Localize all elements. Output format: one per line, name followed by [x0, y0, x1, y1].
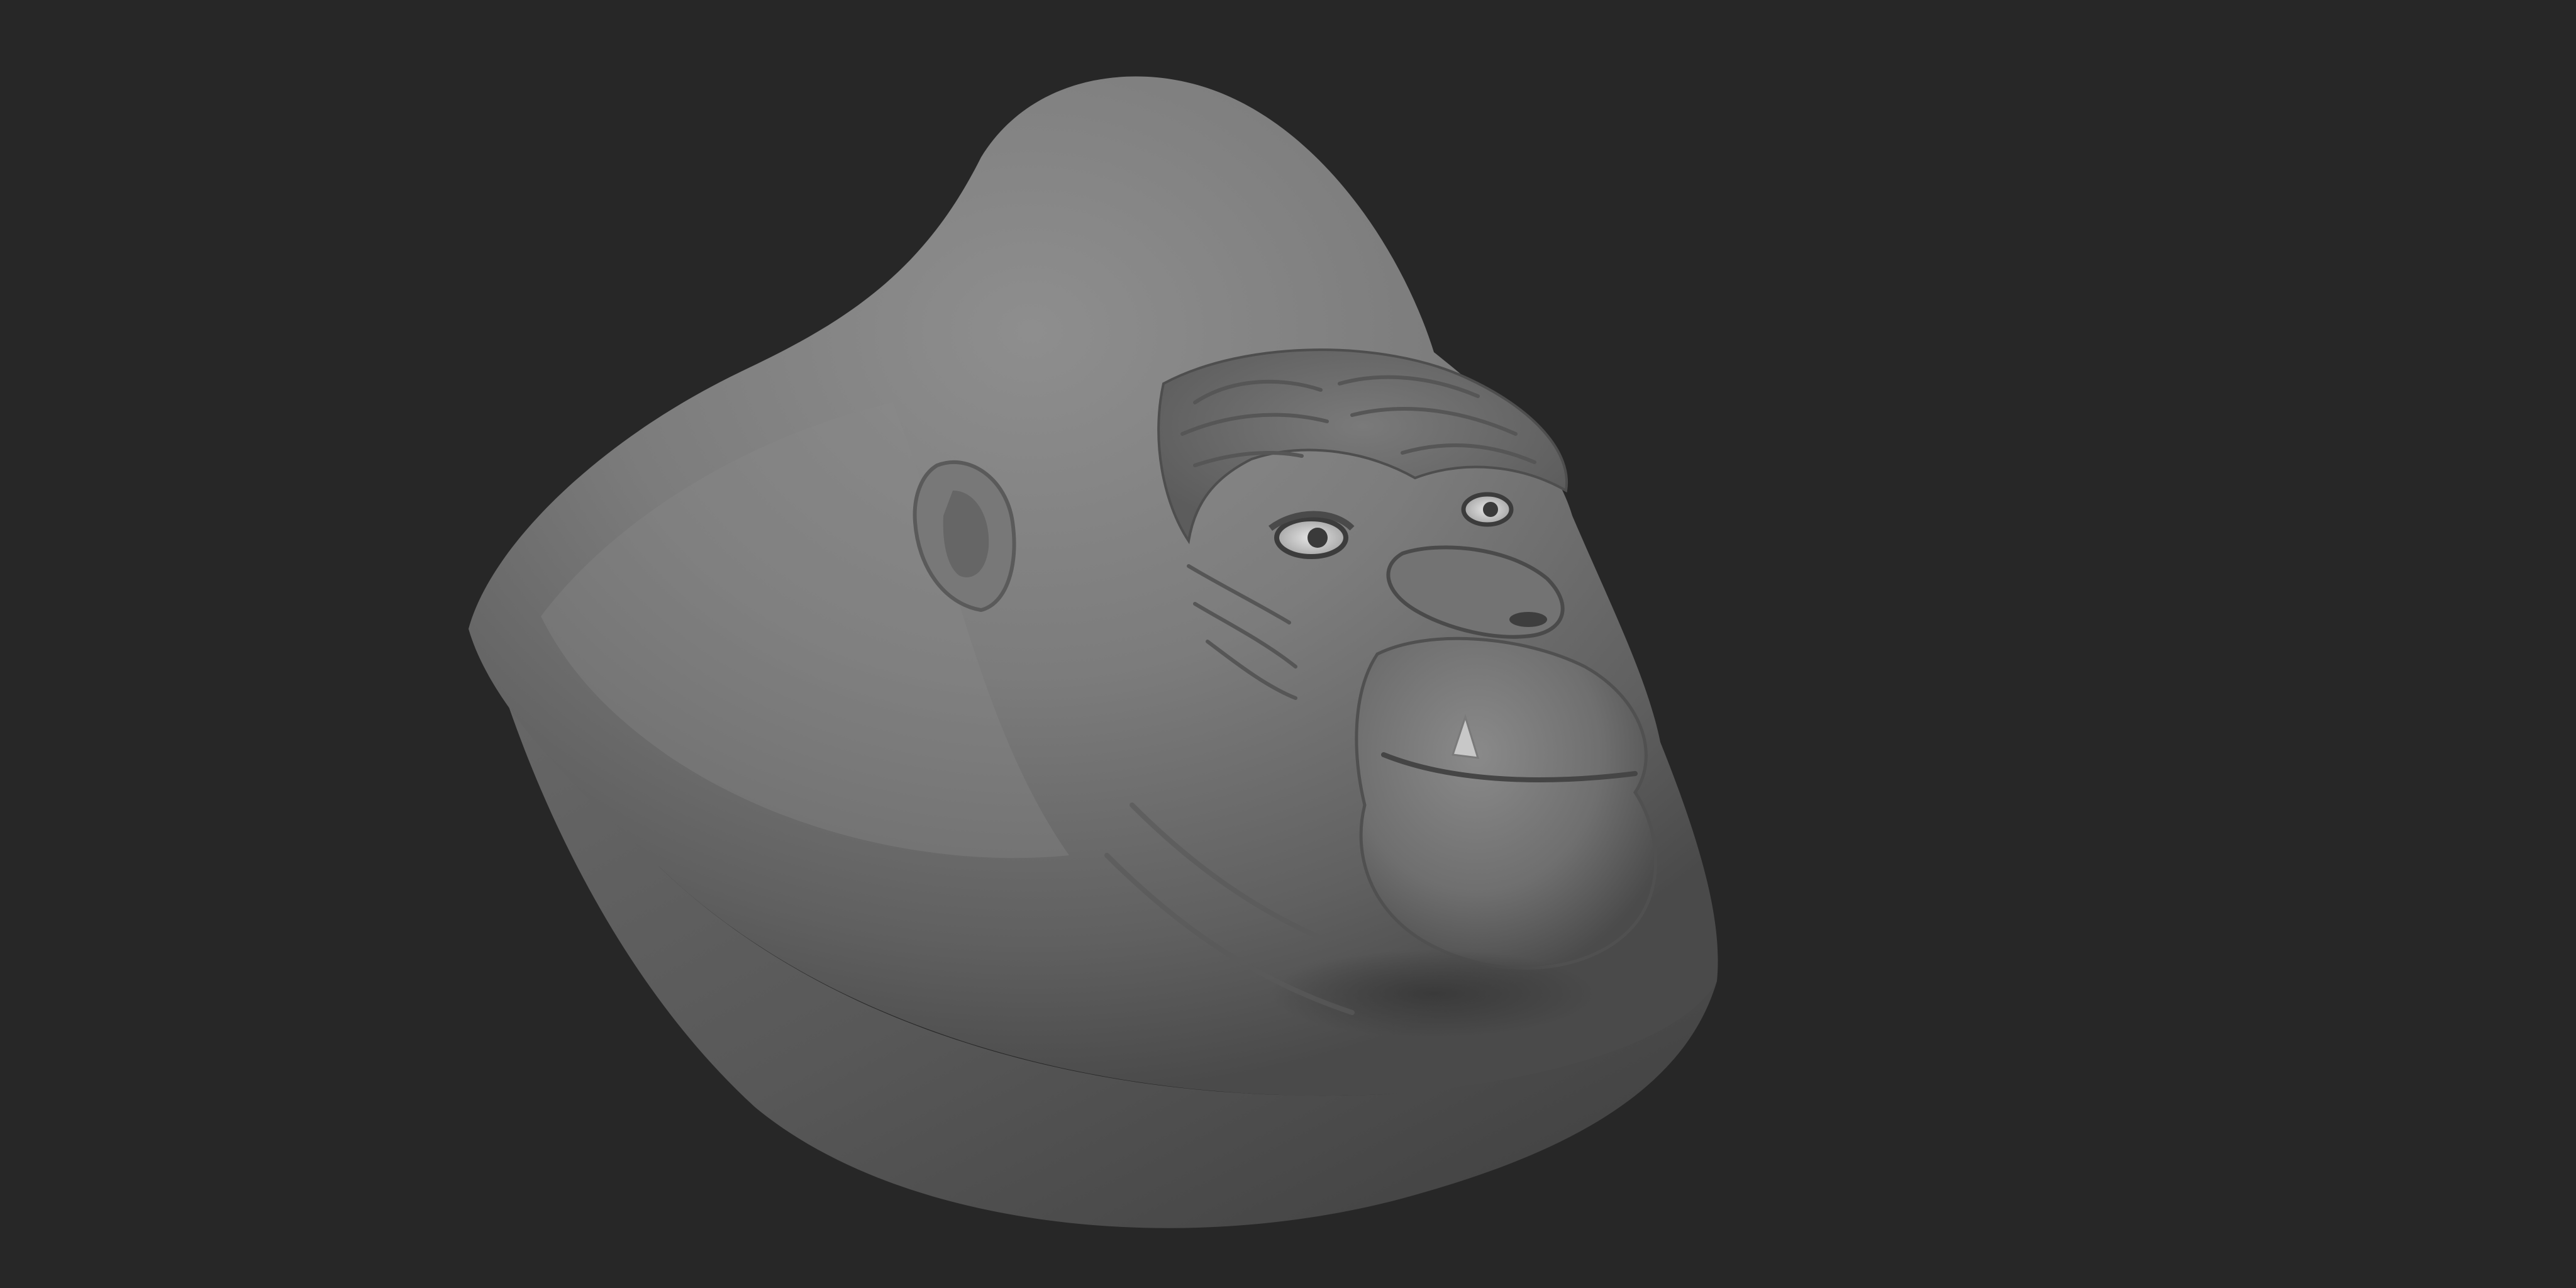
nostril [1509, 612, 1547, 627]
muzzle [1355, 636, 1657, 970]
sculpt-viewport[interactable] [0, 0, 2576, 1288]
pupil-left [1307, 528, 1328, 548]
jaw-shadow [1270, 950, 1597, 1038]
gorilla-head-sculpt[interactable] [0, 0, 2576, 1288]
pupil-right [1483, 502, 1498, 517]
